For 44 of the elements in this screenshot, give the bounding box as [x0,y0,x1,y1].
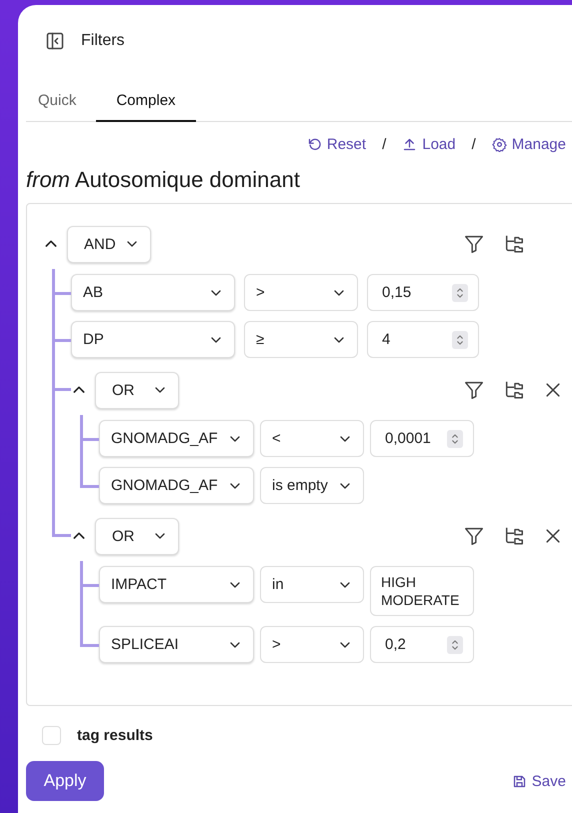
operator-select[interactable]: is empty [260,467,364,504]
load-link[interactable]: Load [402,136,456,153]
field-select[interactable]: SPLICEAI [99,626,254,663]
separator: / [382,136,386,153]
panel-title: Filters [81,32,125,50]
logic-select[interactable]: AND [67,226,151,262]
operator-select[interactable]: > [244,274,358,311]
number-field[interactable]: 4 [367,321,479,358]
filter-icon[interactable] [463,379,485,401]
save-link[interactable]: Save [512,772,566,790]
number-field[interactable]: 0,2 [370,626,474,663]
field-select[interactable]: GNOMADG_AF [99,420,254,457]
checkbox-label: tag results [77,727,153,744]
filter-icon[interactable] [463,233,485,255]
field-select[interactable]: DP [71,321,235,358]
sidebar-toggle-icon[interactable] [45,31,65,51]
logic-select[interactable]: OR [95,372,179,408]
add-group-icon[interactable] [503,379,525,401]
reset-icon [306,137,322,152]
settings-icon [492,137,507,152]
checkbox[interactable] [42,726,61,745]
separator: / [472,136,476,153]
value-field[interactable]: HIGH MODERATE [370,566,474,616]
manage-link[interactable]: Manage [492,136,566,153]
reset-link[interactable]: Reset [306,136,366,153]
number-field[interactable]: 0,0001 [370,420,474,457]
field-select[interactable]: IMPACT [99,566,254,603]
save-icon [512,774,527,788]
number-field[interactable]: 0,15 [367,274,479,311]
operator-select[interactable]: < [260,420,364,457]
preset-heading: from Autosomique dominant [26,166,301,194]
logic-select[interactable]: OR [95,518,179,554]
upload-icon [402,137,418,152]
field-select[interactable]: GNOMADG_AF [99,467,254,504]
operator-select[interactable]: ≥ [244,321,358,358]
add-group-icon[interactable] [503,525,525,547]
tab[interactable]: Complex [96,80,196,122]
tab[interactable]: Quick [26,80,96,122]
apply-button[interactable]: Apply [26,761,104,801]
operator-select[interactable]: > [260,626,364,663]
add-group-icon[interactable] [503,233,525,255]
field-select[interactable]: AB [71,274,235,311]
operator-select[interactable]: in [260,566,364,603]
filter-icon[interactable] [463,525,485,547]
